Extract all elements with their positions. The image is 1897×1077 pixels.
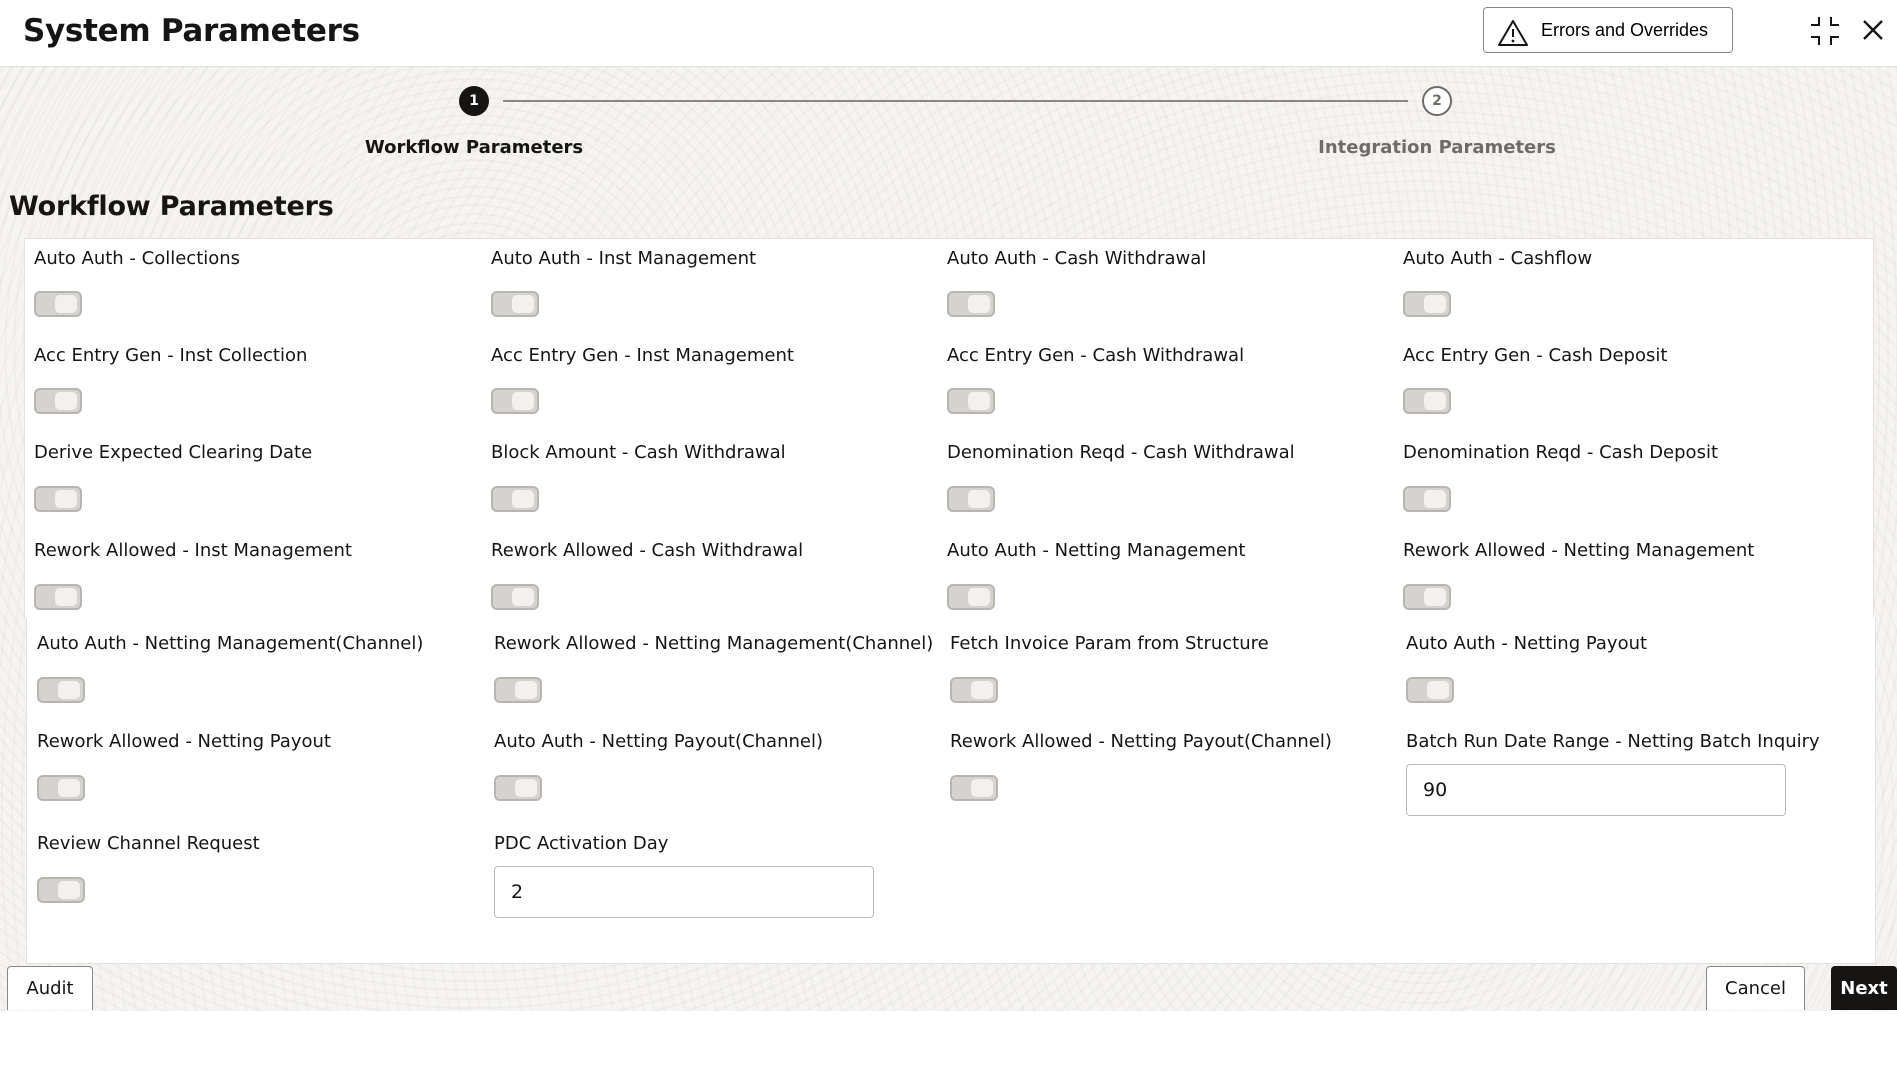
pdc-activation-day-input[interactable] xyxy=(494,866,874,918)
derive-expected-clearing-date-toggle[interactable] xyxy=(34,486,82,512)
rework-allowed-netting-payout-channel-label: Rework Allowed - Netting Payout(Channel) xyxy=(950,731,1332,752)
denomination-reqd-cash-deposit-toggle[interactable] xyxy=(1403,486,1451,512)
auto-auth-inst-management-label: Auto Auth - Inst Management xyxy=(491,248,757,269)
rework-allowed-netting-management-toggle[interactable] xyxy=(1403,584,1451,610)
auto-auth-netting-management-label: Auto Auth - Netting Management xyxy=(947,540,1246,561)
auto-auth-inst-management-toggle[interactable] xyxy=(491,291,539,317)
auto-auth-netting-payout-channel-toggle[interactable] xyxy=(494,775,542,801)
acc-entry-gen-inst-collection-label: Acc Entry Gen - Inst Collection xyxy=(34,345,308,366)
rework-allowed-netting-management-label: Rework Allowed - Netting Management xyxy=(1403,540,1755,561)
block-amount-cash-withdrawal-label: Block Amount - Cash Withdrawal xyxy=(491,442,786,463)
warning-icon xyxy=(1498,20,1528,46)
acc-entry-gen-inst-management-toggle[interactable] xyxy=(491,388,539,414)
auto-auth-collections-label: Auto Auth - Collections xyxy=(34,248,241,269)
rework-allowed-netting-payout-channel-toggle[interactable] xyxy=(950,775,998,801)
auto-auth-netting-management-channel-toggle[interactable] xyxy=(37,677,85,703)
review-channel-request-toggle[interactable] xyxy=(37,877,85,903)
page-header: System Parameters Errors and Overrides xyxy=(0,0,1897,67)
train-step-2-marker[interactable]: 2 xyxy=(1422,86,1452,116)
page-title: System Parameters xyxy=(23,13,360,49)
auto-auth-cashflow-toggle[interactable] xyxy=(1403,291,1451,317)
acc-entry-gen-cash-deposit-toggle[interactable] xyxy=(1403,388,1451,414)
denomination-reqd-cash-withdrawal-toggle[interactable] xyxy=(947,486,995,512)
batch-run-date-range-input[interactable] xyxy=(1406,764,1786,816)
fetch-invoice-param-from-structure-label: Fetch Invoice Param from Structure xyxy=(950,633,1269,654)
auto-auth-netting-management-toggle[interactable] xyxy=(947,584,995,610)
auto-auth-netting-management-channel-label: Auto Auth - Netting Management(Channel) xyxy=(37,633,424,654)
batch-run-date-range-label: Batch Run Date Range - Netting Batch Inq… xyxy=(1406,731,1820,752)
rework-allowed-cash-withdrawal-label: Rework Allowed - Cash Withdrawal xyxy=(491,540,804,561)
rework-allowed-netting-payout-label: Rework Allowed - Netting Payout xyxy=(37,731,331,752)
auto-auth-cashflow-label: Auto Auth - Cashflow xyxy=(1403,248,1593,269)
denomination-reqd-cash-withdrawal-label: Denomination Reqd - Cash Withdrawal xyxy=(947,442,1295,463)
acc-entry-gen-cash-deposit-label: Acc Entry Gen - Cash Deposit xyxy=(1403,345,1668,366)
rework-allowed-netting-management-channel-toggle[interactable] xyxy=(494,677,542,703)
pdc-activation-day-label: PDC Activation Day xyxy=(494,833,669,854)
minimize-icon[interactable] xyxy=(1809,15,1841,47)
train-step-1-marker[interactable]: 1 xyxy=(459,86,489,116)
auto-auth-netting-payout-toggle[interactable] xyxy=(1406,677,1454,703)
acc-entry-gen-cash-withdrawal-label: Acc Entry Gen - Cash Withdrawal xyxy=(947,345,1245,366)
acc-entry-gen-inst-management-label: Acc Entry Gen - Inst Management xyxy=(491,345,794,366)
cancel-button[interactable]: Cancel xyxy=(1706,966,1805,1010)
auto-auth-collections-toggle[interactable] xyxy=(34,291,82,317)
auto-auth-netting-payout-label: Auto Auth - Netting Payout xyxy=(1406,633,1648,654)
acc-entry-gen-inst-collection-toggle[interactable] xyxy=(34,388,82,414)
train-step-1-label[interactable]: Workflow Parameters xyxy=(365,137,583,158)
review-channel-request-label: Review Channel Request xyxy=(37,833,260,854)
fetch-invoice-param-from-structure-toggle[interactable] xyxy=(950,677,998,703)
next-button[interactable]: Next xyxy=(1831,966,1897,1010)
close-icon[interactable] xyxy=(1861,18,1885,42)
acc-entry-gen-cash-withdrawal-toggle[interactable] xyxy=(947,388,995,414)
auto-auth-netting-payout-channel-label: Auto Auth - Netting Payout(Channel) xyxy=(494,731,824,752)
auto-auth-cash-withdrawal-label: Auto Auth - Cash Withdrawal xyxy=(947,248,1207,269)
audit-button[interactable]: Audit xyxy=(7,966,93,1010)
derive-expected-clearing-date-label: Derive Expected Clearing Date xyxy=(34,442,313,463)
rework-allowed-inst-management-label: Rework Allowed - Inst Management xyxy=(34,540,352,561)
train-step-2-label[interactable]: Integration Parameters xyxy=(1318,137,1556,158)
block-amount-cash-withdrawal-toggle[interactable] xyxy=(491,486,539,512)
denomination-reqd-cash-deposit-label: Denomination Reqd - Cash Deposit xyxy=(1403,442,1719,463)
rework-allowed-netting-management-channel-label: Rework Allowed - Netting Management(Chan… xyxy=(494,633,934,654)
train-connector xyxy=(503,100,1408,102)
rework-allowed-netting-payout-toggle[interactable] xyxy=(37,775,85,801)
errors-and-overrides-button[interactable]: Errors and Overrides xyxy=(1483,7,1733,53)
rework-allowed-cash-withdrawal-toggle[interactable] xyxy=(491,584,539,610)
section-title: Workflow Parameters xyxy=(9,191,334,222)
auto-auth-cash-withdrawal-toggle[interactable] xyxy=(947,291,995,317)
errors-button-label: Errors and Overrides xyxy=(1541,20,1709,40)
rework-allowed-inst-management-toggle[interactable] xyxy=(34,584,82,610)
